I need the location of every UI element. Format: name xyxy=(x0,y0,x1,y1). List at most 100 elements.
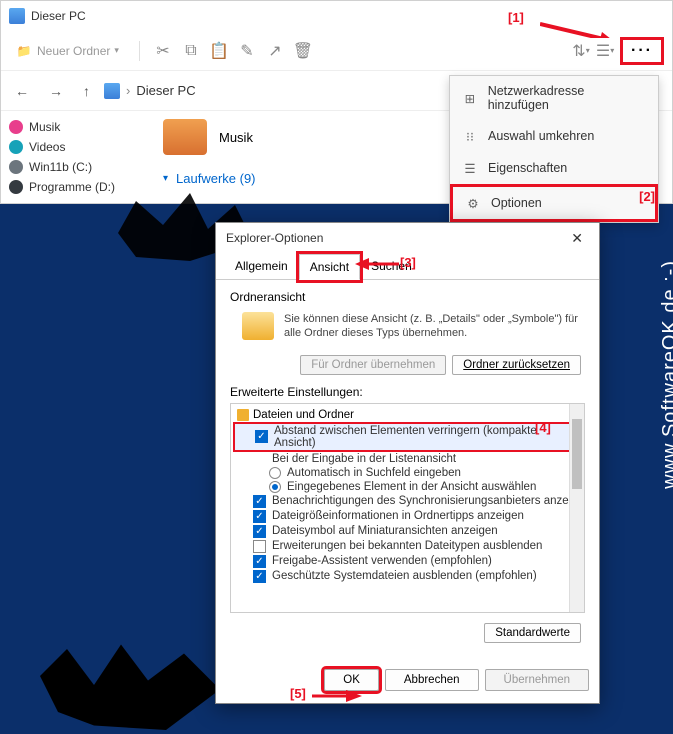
sidebar: Musik Videos Win11b (C:) Programme (D:) xyxy=(1,111,151,203)
dialog-footer: OK Abbrechen Übernehmen xyxy=(216,663,599,703)
videos-icon xyxy=(9,140,23,154)
setting-row[interactable]: ✓ Geschützte Systemdateien ausblenden (em… xyxy=(233,569,582,584)
setting-label: Dateisymbol auf Miniaturansichten anzeig… xyxy=(272,525,498,537)
dialog-body: Ordneransicht Sie können diese Ansicht (… xyxy=(216,280,599,663)
new-folder-button[interactable]: 📁 Neuer Ordner ▾ xyxy=(9,38,125,64)
folder-plus-icon: 📁 xyxy=(15,42,33,60)
rename-icon[interactable]: ✎ xyxy=(238,42,256,60)
arrow-icon xyxy=(540,10,620,38)
watermark-text: www.SoftwareOK.de :-) xyxy=(659,260,673,489)
drive-icon xyxy=(9,180,23,194)
folder-view-text: Sie können diese Ansicht (z. B. „Details… xyxy=(284,312,585,341)
breadcrumb-item: Dieser PC xyxy=(136,83,195,98)
arrow-icon xyxy=(312,690,362,708)
drive-icon xyxy=(9,160,23,174)
breadcrumb[interactable]: › Dieser PC xyxy=(104,83,196,99)
setting-label: Eingegebenes Element in der Ansicht ausw… xyxy=(287,481,536,493)
advanced-heading: Erweiterte Einstellungen: xyxy=(230,385,585,399)
share-icon[interactable]: ↗ xyxy=(266,42,284,60)
setting-row[interactable]: Bei der Eingabe in der Listenansicht xyxy=(233,452,582,466)
folder-view-heading: Ordneransicht xyxy=(230,290,585,304)
checkbox[interactable]: ✓ xyxy=(253,510,266,523)
properties-icon: ☰ xyxy=(462,160,478,176)
menu-network-address[interactable]: ⊞Netzwerkadresse hinzufügen xyxy=(450,76,658,120)
menu-properties[interactable]: ☰ Eigenschaften xyxy=(450,152,658,184)
cut-icon[interactable]: ✂ xyxy=(154,42,172,60)
close-button[interactable]: ✕ xyxy=(565,228,589,249)
setting-label: Benachrichtigungen des Synchronisierungs… xyxy=(272,495,578,507)
scrollbar-thumb[interactable] xyxy=(572,419,582,489)
setting-row[interactable]: Eingegebenes Element in der Ansicht ausw… xyxy=(233,480,582,494)
dialog-title: Explorer-Optionen xyxy=(226,231,323,245)
menu-label: Optionen xyxy=(491,196,542,210)
setting-row[interactable]: Erweiterungen bei bekannten Dateitypen a… xyxy=(233,539,582,554)
tab-general[interactable]: Allgemein xyxy=(224,253,299,279)
sidebar-item-label: Musik xyxy=(29,120,60,134)
sidebar-item-videos[interactable]: Videos xyxy=(9,137,143,157)
setting-row[interactable]: ✓ Dateigrößeinformationen in Ordnertipps … xyxy=(233,509,582,524)
ok-button[interactable]: OK xyxy=(324,669,379,691)
checkbox[interactable] xyxy=(253,540,266,553)
checkbox[interactable]: ✓ xyxy=(255,430,268,443)
sidebar-item-drive-d[interactable]: Programme (D:) xyxy=(9,177,143,197)
new-folder-label: Neuer Ordner xyxy=(37,44,110,58)
setting-label: Erweiterungen bei bekannten Dateitypen a… xyxy=(272,540,542,552)
setting-label: Dateigrößeinformationen in Ordnertipps a… xyxy=(272,510,524,522)
setting-row[interactable]: ✓ Freigabe-Assistent verwenden (empfohlen… xyxy=(233,554,582,569)
scrollbar[interactable] xyxy=(569,404,584,612)
checkbox[interactable]: ✓ xyxy=(253,570,266,583)
setting-row[interactable]: Automatisch in Suchfeld eingeben xyxy=(233,466,582,480)
apply-to-folders-button[interactable]: Für Ordner übernehmen xyxy=(300,355,446,375)
paste-icon[interactable]: 📋 xyxy=(210,42,228,60)
radio[interactable] xyxy=(269,481,281,493)
sidebar-item-music[interactable]: Musik xyxy=(9,117,143,137)
menu-label: Eigenschaften xyxy=(488,161,567,175)
folder-view-icon xyxy=(242,312,274,340)
sidebar-item-drive-c[interactable]: Win11b (C:) xyxy=(9,157,143,177)
network-icon: ⊞ xyxy=(462,90,478,106)
view-icon[interactable]: ☰ ▾ xyxy=(596,42,614,60)
back-button[interactable]: ← xyxy=(9,79,35,103)
setting-row[interactable]: ✓ Dateisymbol auf Miniaturansichten anzei… xyxy=(233,524,582,539)
forward-button[interactable]: → xyxy=(43,79,69,103)
checkbox[interactable]: ✓ xyxy=(253,495,266,508)
tree-root: Dateien und Ordner xyxy=(233,408,582,422)
setting-label: Freigabe-Assistent verwenden (empfohlen) xyxy=(272,555,492,567)
radio[interactable] xyxy=(269,467,281,479)
annotation-1: [1] xyxy=(508,10,524,25)
sidebar-item-label: Videos xyxy=(29,140,65,154)
folder-label: Musik xyxy=(219,130,253,145)
explorer-options-dialog: Explorer-Optionen ✕ Allgemein Ansicht Su… xyxy=(215,222,600,704)
setting-label: Bei der Eingabe in der Listenansicht xyxy=(272,453,456,465)
options-icon: ⚙ xyxy=(465,195,481,211)
decorative-silhouette xyxy=(40,640,220,730)
setting-label: Abstand zwischen Elementen verringern (k… xyxy=(274,425,576,449)
setting-row[interactable]: ✓ Benachrichtigungen des Synchronisierung… xyxy=(233,494,582,509)
menu-options[interactable]: ⚙ Optionen xyxy=(450,184,658,222)
sort-icon[interactable]: ⇅ ▾ xyxy=(572,42,590,60)
setting-label: Geschützte Systemdateien ausblenden (emp… xyxy=(272,570,537,582)
advanced-settings-list[interactable]: Dateien und Ordner ✓ Abstand zwischen Ele… xyxy=(230,403,585,613)
annotation-2: [2] xyxy=(639,189,655,204)
setting-row[interactable]: ✓ Abstand zwischen Elementen verringern (… xyxy=(233,422,582,452)
folder-icon xyxy=(237,409,249,421)
music-icon xyxy=(9,120,23,134)
more-button[interactable]: ··· xyxy=(620,37,664,65)
copy-icon[interactable]: ⧉ xyxy=(182,42,200,60)
reset-folders-button[interactable]: Ordner zurücksetzen xyxy=(452,355,581,375)
section-label: Laufwerke (9) xyxy=(176,171,255,186)
sidebar-item-label: Win11b (C:) xyxy=(29,160,92,174)
menu-invert-selection[interactable]: ⁝⁝Auswahl umkehren xyxy=(450,120,658,152)
checkbox[interactable]: ✓ xyxy=(253,555,266,568)
defaults-button[interactable]: Standardwerte xyxy=(484,623,581,643)
tab-view[interactable]: Ansicht xyxy=(299,254,360,280)
dialog-titlebar: Explorer-Optionen ✕ xyxy=(216,223,599,253)
pc-icon xyxy=(104,83,120,99)
tree-root-label: Dateien und Ordner xyxy=(253,409,354,421)
apply-button[interactable]: Übernehmen xyxy=(485,669,589,691)
up-button[interactable]: ↑ xyxy=(77,79,96,103)
window-title: Dieser PC xyxy=(31,9,86,23)
checkbox[interactable]: ✓ xyxy=(253,525,266,538)
delete-icon[interactable]: 🗑 xyxy=(294,42,312,60)
cancel-button[interactable]: Abbrechen xyxy=(385,669,479,691)
